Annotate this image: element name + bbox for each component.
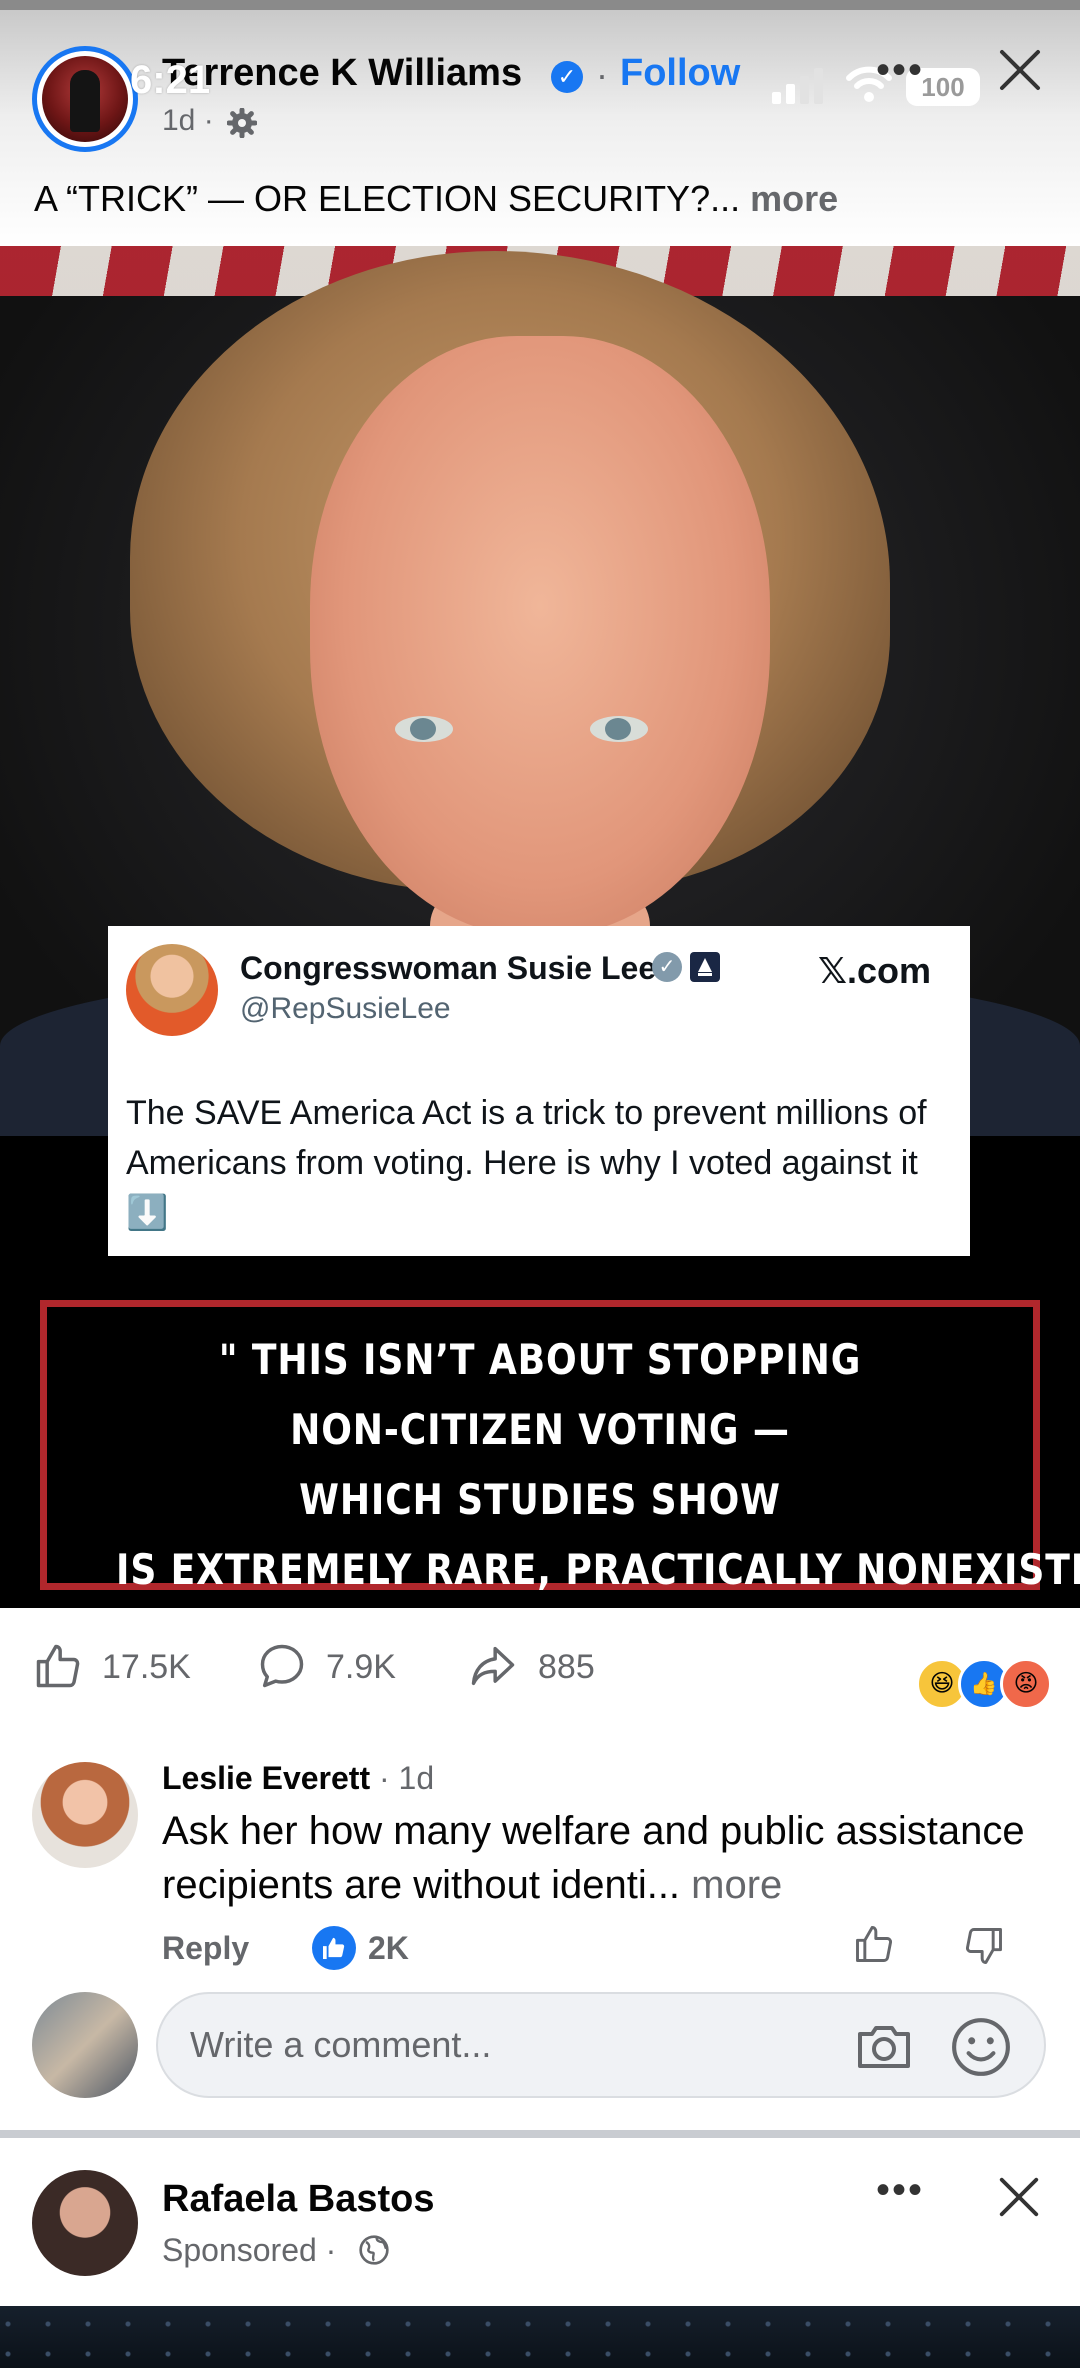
like-button[interactable]: 17.5K <box>32 1640 202 1690</box>
tweet-author-name: Congresswoman Susie Lee <box>240 950 657 986</box>
quote-text: " THIS ISN’T ABOUT STOPPING NON-CITIZEN … <box>116 1325 1080 1605</box>
next-post-author[interactable]: Rafaela Bastos <box>162 2178 434 2221</box>
quote-line: NON-CITIZEN VOTING — <box>290 1405 790 1454</box>
feed-divider <box>0 2130 1080 2138</box>
commenter-avatar[interactable] <box>32 1762 138 1868</box>
face <box>310 336 770 936</box>
globe-icon <box>359 2235 389 2265</box>
sponsored-label: Sponsored · <box>162 2232 337 2268</box>
share-arrow-icon <box>471 1646 515 1686</box>
quote-line: IS EXTREMELY RARE, PRACTICALLY NONEXISTE… <box>116 1545 1080 1594</box>
post-video[interactable]: Congresswoman Susie Lee ✓ @RepSusieLee 𝕏… <box>0 246 1080 1608</box>
gear-icon <box>227 108 257 138</box>
next-post-avatar[interactable] <box>32 2170 138 2276</box>
comment-count: 7.9K <box>326 1648 396 1686</box>
author-avatar[interactable] <box>42 56 128 142</box>
verified-badge-icon: ✓ <box>551 61 583 93</box>
comment-text: Ask her how many welfare and public assi… <box>162 1809 1025 1907</box>
comment-bubble-icon <box>260 1644 304 1688</box>
comment-dislike-icon[interactable] <box>962 1924 1006 1968</box>
government-badge-icon <box>690 952 720 982</box>
tweet-avatar <box>126 944 218 1036</box>
separator: · <box>596 54 608 95</box>
avatar-figure <box>70 70 100 132</box>
commenter-name-text: Leslie Everett <box>162 1760 371 1796</box>
reaction-summary[interactable]: 😆 👍 😡 <box>916 1658 1052 1710</box>
commenter-name[interactable]: Leslie Everett · 1d <box>162 1760 434 1797</box>
comment-time: · 1d <box>370 1760 435 1796</box>
share-button[interactable]: 885 <box>466 1640 616 1690</box>
close-icon[interactable] <box>996 46 1044 94</box>
post-age: 1d · <box>162 104 214 137</box>
like-count: 17.5K <box>102 1648 191 1686</box>
author-name[interactable]: Terrence K Williams <box>162 52 522 95</box>
comment-button[interactable]: 7.9K <box>256 1640 416 1690</box>
quote-line: WHICH STUDIES SHOW <box>299 1475 781 1524</box>
caption-more-link[interactable]: more <box>740 178 838 219</box>
comment-input[interactable]: Write a comment... <box>156 1992 1046 2098</box>
camera-icon[interactable] <box>854 2018 914 2074</box>
quote-line: " THIS ISN’T ABOUT STOPPING <box>218 1335 862 1384</box>
top-strip <box>0 0 1080 10</box>
comment-more-link[interactable]: more <box>680 1863 782 1907</box>
tweet-body: The SAVE America Act is a trick to preve… <box>126 1094 927 1232</box>
tweet-verified-icon: ✓ <box>652 952 682 982</box>
comment-body[interactable]: Ask her how many welfare and public assi… <box>162 1804 1042 1912</box>
tweet-handle: @RepSusieLee <box>240 992 451 1025</box>
share-count: 885 <box>538 1648 595 1686</box>
thumbs-up-icon <box>36 1644 80 1688</box>
left-iris <box>410 718 436 740</box>
quote-overlay: " THIS ISN’T ABOUT STOPPING NON-CITIZEN … <box>40 1300 1080 1594</box>
comment-like-icon[interactable] <box>852 1922 896 1966</box>
emoji-icon[interactable] <box>950 2016 1012 2078</box>
signal-icon <box>772 68 823 104</box>
next-post-more-icon[interactable]: ••• <box>876 2168 924 2213</box>
next-post-close-icon[interactable] <box>996 2174 1042 2220</box>
more-options-icon[interactable]: ••• <box>876 48 924 93</box>
embedded-tweet: Congresswoman Susie Lee ✓ @RepSusieLee 𝕏… <box>108 926 970 1256</box>
comment-like-badge-icon <box>312 1926 356 1970</box>
reply-button[interactable]: Reply <box>162 1930 249 1967</box>
tweet-source: 𝕏.com <box>818 950 932 991</box>
angry-icon: 😡 <box>1000 1658 1052 1710</box>
right-iris <box>605 718 631 740</box>
next-post-media[interactable] <box>0 2306 1080 2368</box>
comment-placeholder: Write a comment... <box>190 2024 492 2065</box>
follow-button[interactable]: Follow <box>620 52 740 95</box>
post-caption[interactable]: A “TRICK” — OR ELECTION SECURITY?... mor… <box>34 178 838 220</box>
status-time: 6:21 <box>130 58 211 102</box>
caption-text: A “TRICK” — OR ELECTION SECURITY?... <box>34 178 741 219</box>
my-avatar[interactable] <box>32 1992 138 2098</box>
comment-like-count: 2K <box>368 1930 409 1966</box>
